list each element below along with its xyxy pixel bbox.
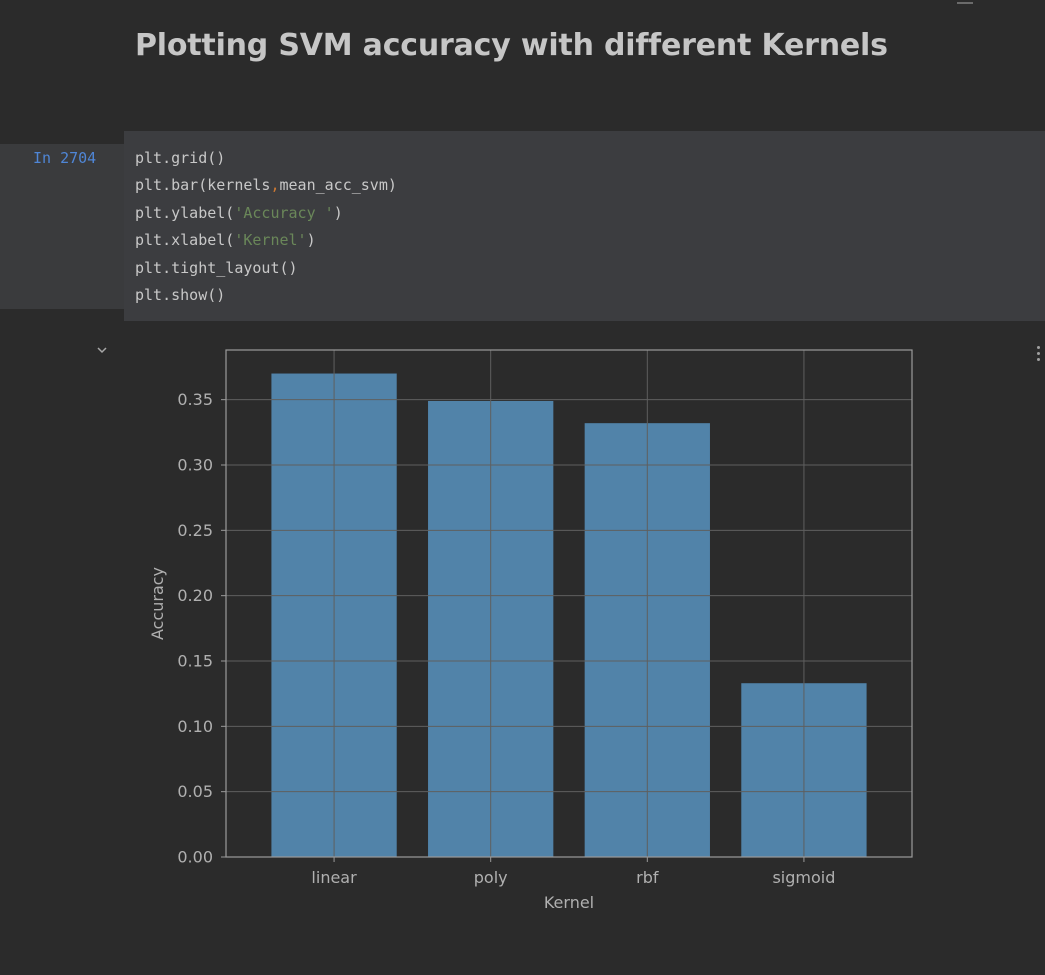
code-token: plt.grid() (135, 149, 226, 167)
code-line[interactable]: plt.bar(kernels,mean_acc_svm) (135, 172, 397, 199)
y-tick-label: 0.10 (177, 717, 213, 736)
code-token: , (270, 176, 280, 195)
code-line[interactable]: plt.tight_layout() (135, 255, 397, 282)
x-tick-label: poly (474, 868, 508, 887)
code-lines[interactable]: plt.grid() plt.bar(kernels,mean_acc_svm) p… (135, 145, 397, 309)
cell-gutter (0, 144, 124, 309)
code-token: plt.ylabel( (135, 203, 235, 222)
y-tick-label: 0.00 (177, 848, 213, 867)
cell-execution-count: In 2704 (33, 149, 97, 167)
cell-output-chart: 0.00 0.05 0.10 0.15 0.20 0.25 0.30 0.35 linear po… (140, 340, 930, 920)
y-tick-label: 0.35 (177, 390, 213, 409)
y-tick-label: 0.25 (177, 521, 213, 540)
x-tick-label: rbf (636, 868, 659, 887)
code-token: 'Kernel' (234, 231, 307, 250)
window-icon[interactable] (957, 0, 973, 4)
x-tick-label: linear (311, 868, 357, 887)
code-token: ) (306, 231, 316, 250)
toolbar-icons: ✓ (957, 0, 997, 6)
code-line[interactable]: plt.show() (135, 282, 397, 309)
code-token: mean_acc_svm) (279, 176, 397, 195)
code-token: 'Accuracy ' (234, 203, 334, 222)
code-line[interactable]: plt.grid() (135, 145, 397, 172)
y-tick-label: 0.30 (177, 455, 213, 474)
code-token: plt.bar(kernels (135, 176, 271, 195)
code-token: plt.show() (135, 285, 226, 304)
code-line[interactable]: plt.xlabel('Kernel') (135, 227, 397, 254)
code-cell-editor[interactable]: plt.grid() plt.bar(kernels,mean_acc_svm) p… (124, 131, 1045, 321)
y-tick-label: 0.05 (177, 782, 213, 801)
y-tick-label: 0.20 (177, 586, 213, 605)
code-token: plt.tight_layout() (135, 258, 298, 277)
status-check-icon: ✓ (983, 0, 991, 4)
chevron-down-icon[interactable] (94, 342, 110, 358)
code-token: plt.xlabel( (135, 231, 235, 250)
markdown-heading: Plotting SVM accuracy with different Ker… (135, 28, 888, 63)
x-axis-label: Kernel (544, 893, 594, 912)
y-tick-label: 0.15 (177, 651, 213, 670)
more-vertical-icon[interactable] (1034, 344, 1044, 364)
bar-chart: 0.00 0.05 0.10 0.15 0.20 0.25 0.30 0.35 linear po… (148, 349, 913, 912)
code-token: ) (333, 203, 343, 222)
x-tick-label: sigmoid (772, 868, 835, 887)
y-axis-label: Accuracy (148, 567, 167, 640)
code-line[interactable]: plt.ylabel('Accuracy ') (135, 200, 397, 227)
